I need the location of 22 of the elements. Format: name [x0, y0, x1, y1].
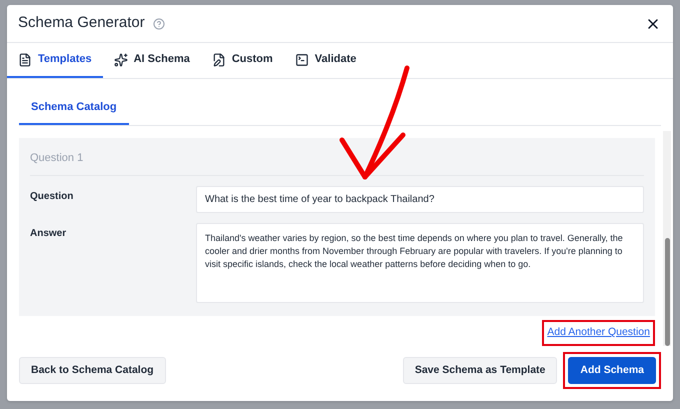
footer-button[interactable]: Back to Schema Catalog: [19, 357, 166, 384]
document-icon: [18, 52, 32, 66]
field-label: Question: [30, 190, 74, 204]
terminal-icon: [294, 52, 309, 66]
document-pen-icon: [212, 52, 226, 66]
question-heading: Question 1: [30, 150, 644, 176]
add-question-link[interactable]: Add Another Question: [547, 324, 650, 341]
tab[interactable]: Validate: [284, 43, 368, 78]
subtab[interactable]: Schema Catalog: [19, 91, 129, 125]
footer-button[interactable]: Save Schema as Template: [402, 357, 558, 384]
footer-button[interactable]: Add Schema: [568, 357, 656, 384]
scrollbar-thumb[interactable]: [664, 238, 670, 346]
dialog-title: Schema Generator: [18, 13, 145, 34]
tab[interactable]: Templates: [7, 43, 103, 78]
help-icon[interactable]: [152, 18, 165, 30]
scrollbar[interactable]: [663, 131, 671, 346]
question-input[interactable]: What is the best time of year to backpack Thailand?: [196, 186, 644, 212]
tab[interactable]: Custom: [200, 43, 284, 78]
field-label: Answer: [30, 226, 68, 240]
sparkles-icon: [114, 52, 128, 66]
answer-textarea[interactable]: Thailand's weather varies by region, so the best time depends on where you plan to travel. Generally, the cooler and drier months from November through February are popular with travelers. If you're planning to visit specific islands, check the local weather patterns before deciding when to go.: [196, 222, 644, 302]
tab[interactable]: AI Schema: [102, 43, 201, 78]
